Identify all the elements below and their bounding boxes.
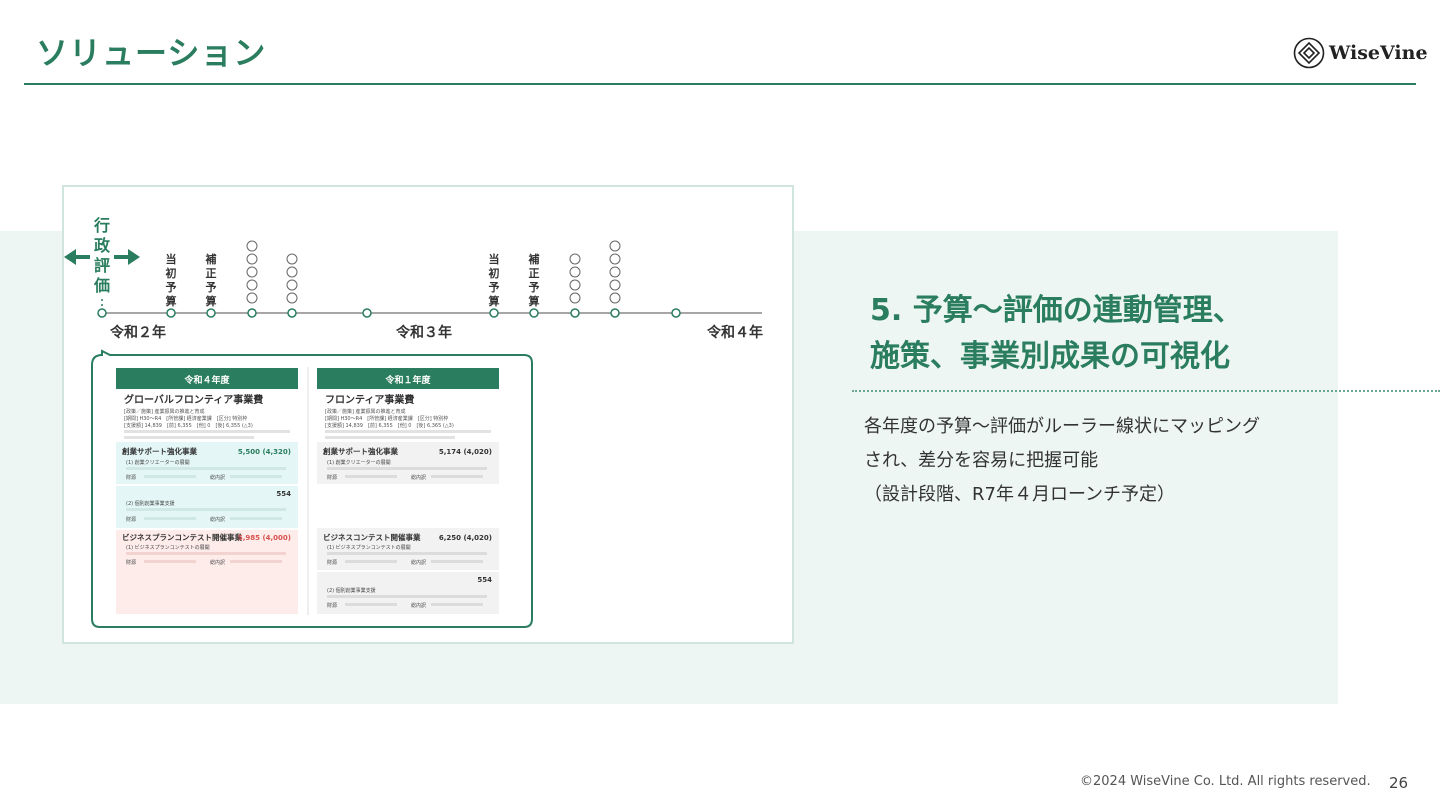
wisevine-logo: WiseVine: [1293, 37, 1428, 69]
item-title: ビジネスプランコンテスト開催事業: [122, 532, 242, 542]
panel-meta: [期間] H30〜R4 [所管課] 経済産業課 [区分] 特別枠: [124, 415, 247, 422]
item-title: ビジネスコンテスト開催事業: [323, 532, 421, 542]
panel-meta: [支援額] 14,839 [前] 6,355 [他] 0 [後] 6,355 (…: [124, 422, 253, 429]
item-amount: 5,985 (4,000): [238, 534, 291, 542]
feature-description: 各年度の予算〜評価がルーラー線状にマッピング され、差分を容易に把握可能 （設計…: [864, 410, 1260, 512]
item-title: 創業サポート強化事業: [121, 446, 197, 456]
panel-title: グローバルフロンティア事業費: [124, 393, 263, 406]
marker-char: 予: [166, 281, 177, 294]
year-label: 令和２年: [109, 324, 166, 341]
item-label: 総内訳: [210, 516, 225, 523]
description-line: 各年度の予算〜評価がルーラー線状にマッピング: [864, 416, 1260, 437]
item-label: 総内訳: [210, 559, 225, 566]
marker-char: 初: [166, 266, 177, 280]
item-label: 財源: [126, 559, 136, 566]
item-sub: (2) 個別創業事業支援: [327, 587, 376, 594]
item-label: 総内訳: [411, 474, 426, 481]
marker-char: 補: [205, 252, 217, 266]
item-sub: (2) 個別創業事業支援: [126, 500, 175, 507]
marker-char: 初: [489, 266, 500, 280]
page-number: 26: [1389, 774, 1409, 792]
heading-line: 5. 予算〜評価の連動管理、: [870, 293, 1243, 328]
marker-char: 予: [489, 281, 500, 294]
page-title: ソリューション: [36, 34, 267, 72]
timeline-figure: 行 政 評 価 当 初 予 算 補 正 予 算 当 初 予 算 補 正 予 算 …: [64, 216, 763, 628]
item-amount: 5,500 (4,320): [238, 448, 291, 456]
item-amount: 5,174 (4,020): [439, 448, 492, 456]
panel-meta: [支援額] 14,839 [前] 6,355 [他] 0 [後] 6,365 (…: [325, 422, 454, 429]
item-label: 財源: [126, 516, 136, 523]
gyosei-char: 政: [94, 236, 111, 255]
gyosei-char: 価: [93, 276, 110, 295]
dotted-divider: [852, 390, 1440, 392]
item-label: 財源: [327, 559, 337, 566]
feature-heading: 5. 予算〜評価の連動管理、 施策、事業別成果の可視化: [870, 288, 1243, 380]
year-label: 令和３年: [395, 324, 452, 341]
item-label: 総内訳: [210, 474, 225, 481]
item-label: 総内訳: [411, 559, 426, 566]
placeholder-circles: [246, 240, 621, 304]
item-title: 創業サポート強化事業: [322, 446, 398, 456]
panel-meta: [政策／施策] 産業振興の推進と育成: [124, 408, 205, 415]
item-amount: 6,250 (4,020): [439, 534, 492, 542]
marker-char: 算: [205, 294, 217, 308]
item-label: 総内訳: [411, 602, 426, 609]
panel-header: 令和１年度: [384, 374, 431, 386]
item-amount: 554: [477, 576, 492, 584]
year-label: 令和４年: [706, 324, 763, 341]
marker-char: 補: [528, 252, 540, 266]
marker-char: 算: [528, 294, 540, 308]
marker-char: 算: [165, 294, 177, 308]
item-amount: 554: [276, 490, 291, 498]
item-sub: (1) ビジネスプランコンテストの展開: [327, 544, 411, 551]
marker-char: 当: [166, 252, 177, 266]
item-label: 財源: [327, 602, 337, 609]
item-sub: (1) ビジネスプランコンテストの展開: [126, 544, 210, 551]
wisevine-logo-icon: [1293, 37, 1325, 69]
gyosei-char: 行: [93, 216, 110, 235]
item-label: 財源: [126, 474, 136, 481]
marker-char: 正: [206, 267, 217, 280]
logo-text: WiseVine: [1329, 42, 1428, 64]
description-line: され、差分を容易に把握可能: [864, 450, 1099, 471]
item-sub: (1) 創業クリエーターの展開: [126, 459, 190, 466]
product-screenshot: 行 政 評 価 当 初 予 算 補 正 予 算 当 初 予 算 補 正 予 算 …: [62, 185, 794, 644]
marker-char: 当: [489, 252, 500, 266]
marker-char: 正: [529, 267, 540, 280]
panel-title: フロンティア事業費: [325, 393, 414, 406]
gyosei-char: 評: [94, 256, 110, 275]
copyright-text: ©2024 WiseVine Co. Ltd. All rights reser…: [1080, 774, 1371, 789]
panel-meta: [期間] H30〜R4 [所管課] 経済産業課 [区分] 特別枠: [325, 415, 448, 422]
panel-header: 令和４年度: [183, 374, 230, 386]
item-sub: (1) 創業クリエーターの展開: [327, 459, 391, 466]
marker-char: 予: [206, 281, 217, 294]
panel-meta: [政策／施策] 産業振興の推進と育成: [325, 408, 406, 415]
marker-char: 予: [529, 281, 540, 294]
description-line: （設計段階、R7年４月ローンチ予定）: [864, 484, 1176, 505]
heading-line: 施策、事業別成果の可視化: [870, 339, 1230, 374]
title-divider: [24, 83, 1416, 85]
marker-char: 算: [488, 294, 500, 308]
item-label: 財源: [327, 474, 337, 481]
